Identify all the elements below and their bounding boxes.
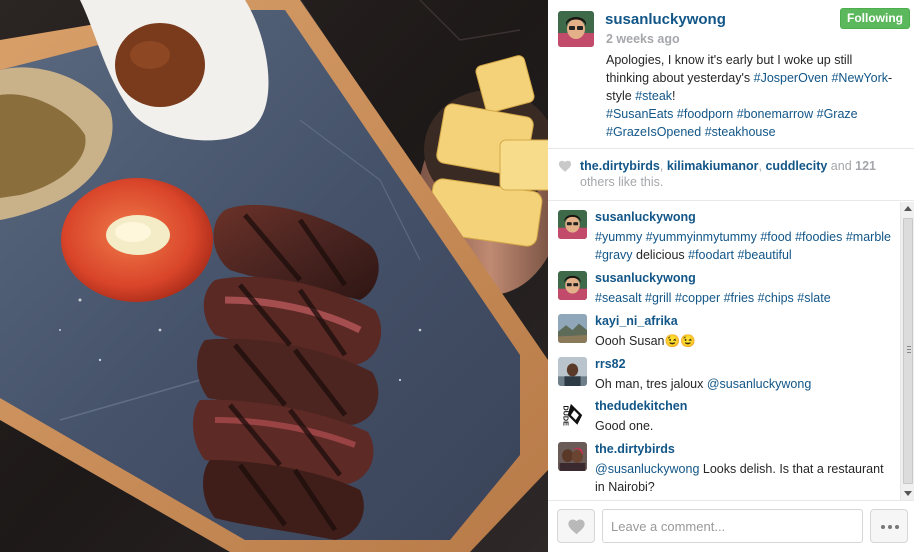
scroll-down-arrow[interactable] bbox=[904, 491, 912, 496]
comment-input[interactable] bbox=[602, 509, 863, 543]
hashtag-link[interactable]: #bonemarrow bbox=[737, 107, 813, 121]
comment-text: #yummy #yummyinmytummy #food #foodies #m… bbox=[595, 228, 895, 264]
hashtag-link[interactable]: #steak bbox=[635, 89, 672, 103]
hashtag-link[interactable]: #gravy bbox=[595, 248, 633, 262]
post-details-panel: susanluckywong Following 2 weeks ago Apo… bbox=[548, 0, 914, 552]
ellipsis-icon bbox=[888, 525, 892, 529]
hashtag-link[interactable]: #food bbox=[760, 230, 791, 244]
hashtag-link[interactable]: #seasalt bbox=[595, 291, 642, 305]
comment-text-fragment: Good one. bbox=[595, 419, 654, 433]
likes-text: the.dirtybirds, kilimakiumanor, cuddleci… bbox=[580, 159, 876, 189]
hashtag-link[interactable]: #yummyinmytummy bbox=[646, 230, 757, 244]
likes-count[interactable]: 121 bbox=[855, 159, 876, 173]
commenter-avatar[interactable]: DUDE bbox=[558, 399, 587, 428]
hashtag-link[interactable]: #foodart bbox=[688, 248, 734, 262]
commenter-username-link[interactable]: rrs82 bbox=[595, 357, 626, 371]
commenter-avatar[interactable] bbox=[558, 357, 587, 386]
avatar-image bbox=[558, 442, 587, 471]
scroll-up-arrow[interactable] bbox=[904, 206, 912, 211]
hashtag-link[interactable]: #GrazeIsOpened bbox=[606, 125, 701, 139]
hashtag-link[interactable]: #marble bbox=[846, 230, 891, 244]
post-caption: Apologies, I know it's early but I woke … bbox=[606, 51, 896, 141]
commenter-username-link[interactable]: susanluckywong bbox=[595, 271, 696, 285]
post-timestamp[interactable]: 2 weeks ago bbox=[606, 32, 680, 46]
avatar-image bbox=[558, 210, 587, 239]
scroll-grip bbox=[907, 352, 911, 353]
commenter-username-link[interactable]: thedudekitchen bbox=[595, 399, 687, 413]
post-header: susanluckywong Following 2 weeks ago Apo… bbox=[548, 0, 914, 148]
heart-icon bbox=[568, 519, 585, 535]
comment-text-fragment: Oooh Susan😉😉 bbox=[595, 334, 696, 348]
commenter-avatar[interactable] bbox=[558, 314, 587, 343]
scroll-thumb[interactable] bbox=[903, 218, 913, 484]
comment-text: Oh man, tres jaloux @susanluckywong bbox=[595, 375, 895, 393]
post-photo bbox=[0, 0, 548, 552]
comment-text: @susanluckywong Looks delish. Is that a … bbox=[595, 460, 895, 496]
commenter-username-link[interactable]: susanluckywong bbox=[595, 210, 696, 224]
comments-scrollbar[interactable] bbox=[900, 202, 914, 500]
like-button[interactable] bbox=[557, 509, 595, 543]
avatar-image bbox=[558, 314, 587, 343]
heart-icon bbox=[558, 160, 572, 172]
comment-footer bbox=[548, 500, 914, 552]
liker-link[interactable]: kilimakiumanor bbox=[667, 159, 759, 173]
commenter-avatar[interactable] bbox=[558, 271, 587, 300]
comment-text: Oooh Susan😉😉 bbox=[595, 332, 895, 350]
commenter-avatar[interactable] bbox=[558, 442, 587, 471]
avatar-image bbox=[558, 357, 587, 386]
comments-list[interactable]: susanluckywong #yummy #yummyinmytummy #fo… bbox=[548, 202, 900, 500]
steak-photo-illustration bbox=[0, 0, 548, 552]
header-divider bbox=[548, 148, 914, 149]
caption-text: ! bbox=[672, 89, 676, 103]
likes-and: and bbox=[827, 159, 856, 173]
owner-username-link[interactable]: susanluckywong bbox=[605, 11, 726, 28]
scroll-grip bbox=[907, 349, 911, 350]
hashtag-link[interactable]: #fries bbox=[724, 291, 755, 305]
liker-link[interactable]: cuddlecity bbox=[765, 159, 827, 173]
avatar-image: DUDE bbox=[558, 399, 587, 428]
commenter-avatar[interactable] bbox=[558, 210, 587, 239]
hashtag-link[interactable]: #SusanEats bbox=[606, 107, 673, 121]
owner-avatar[interactable] bbox=[558, 11, 594, 47]
hashtag-link[interactable]: #slate bbox=[797, 291, 830, 305]
hashtag-link[interactable]: #foodies bbox=[795, 230, 842, 244]
comment-text-fragment: delicious bbox=[632, 248, 689, 262]
hashtag-link[interactable]: #yummy bbox=[595, 230, 642, 244]
comment-text: Good one. bbox=[595, 417, 895, 435]
comment-text: #seasalt #grill #copper #fries #chips #s… bbox=[595, 289, 895, 307]
hashtag-link[interactable]: #beautiful bbox=[737, 248, 791, 262]
liker-link[interactable]: the.dirtybirds bbox=[580, 159, 660, 173]
likes-divider bbox=[548, 200, 914, 201]
scroll-grip bbox=[907, 346, 911, 347]
hashtag-link[interactable]: #JosperOven bbox=[754, 71, 828, 85]
commenter-username-link[interactable]: kayi_ni_afrika bbox=[595, 314, 678, 328]
hashtag-link[interactable]: #steakhouse bbox=[705, 125, 776, 139]
more-options-button[interactable] bbox=[870, 509, 908, 543]
hashtag-link[interactable]: #foodporn bbox=[677, 107, 733, 121]
likes-others: others like this. bbox=[580, 175, 664, 189]
hashtag-link[interactable]: #Graze bbox=[817, 107, 858, 121]
mention-link[interactable]: @susanluckywong bbox=[707, 377, 811, 391]
hashtag-link[interactable]: #copper bbox=[675, 291, 720, 305]
ellipsis-icon bbox=[895, 525, 899, 529]
following-button[interactable]: Following bbox=[840, 8, 910, 29]
ellipsis-icon bbox=[881, 525, 885, 529]
selfie-avatar-image bbox=[558, 11, 594, 47]
comment-text-fragment: Oh man, tres jaloux bbox=[595, 377, 707, 391]
mention-link[interactable]: @susanluckywong bbox=[595, 462, 699, 476]
hashtag-link[interactable]: #chips bbox=[758, 291, 794, 305]
avatar-image bbox=[558, 271, 587, 300]
hashtag-link[interactable]: #grill bbox=[645, 291, 671, 305]
commenter-username-link[interactable]: the.dirtybirds bbox=[595, 442, 675, 456]
hashtag-link[interactable]: #NewYork bbox=[831, 71, 888, 85]
